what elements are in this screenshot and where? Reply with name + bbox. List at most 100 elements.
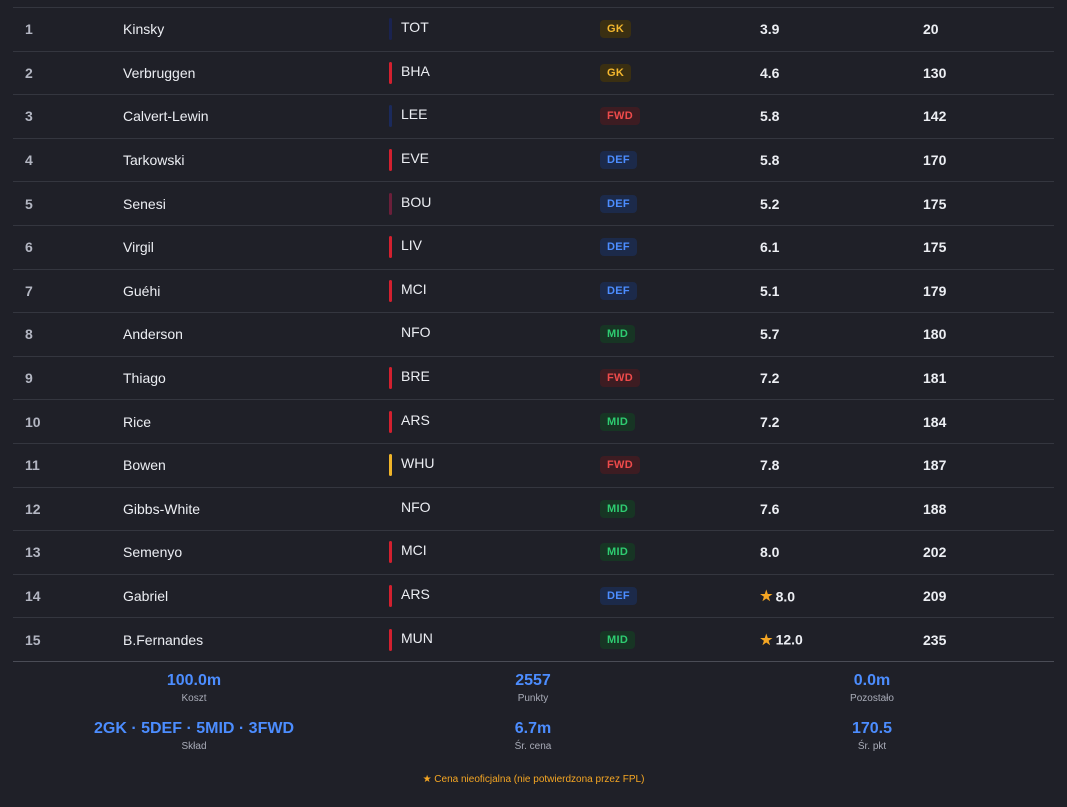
- player-team: ARS: [389, 584, 430, 608]
- player-points: 170: [923, 152, 947, 169]
- stat-remaining-label: Pozostało: [850, 693, 894, 704]
- player-rank: 2: [25, 64, 33, 81]
- stat-squad-value: 2GK · 5DEF · 5MID · 3FWD: [93, 720, 294, 737]
- stat-avg-price-value: 6.7m: [514, 720, 552, 737]
- player-points: 130: [923, 64, 947, 81]
- table-row[interactable]: 11 Bowen WHU FWD 7.8 187: [13, 444, 1054, 488]
- team-code: NFO: [401, 324, 431, 341]
- price-value: 12.0: [775, 631, 803, 648]
- player-name: Kinsky: [123, 21, 165, 38]
- player-rank: 12: [25, 500, 41, 517]
- table-row[interactable]: 13 Semenyo MCI MID 8.0 202: [13, 531, 1054, 575]
- table-row[interactable]: 6 Virgil LIV DEF 6.1 175: [13, 226, 1054, 270]
- player-rank: 15: [25, 631, 41, 648]
- player-team: MCI: [389, 540, 427, 564]
- team-color-bar: [389, 410, 392, 433]
- table-row[interactable]: 1 Kinsky TOT GK 3.9 20: [13, 8, 1054, 52]
- player-rank: 7: [25, 282, 33, 299]
- player-rank: 3: [25, 108, 33, 125]
- price-value: 8.0: [760, 544, 780, 561]
- position-badge: DEF: [600, 194, 637, 213]
- stat-remaining-value: 0.0m: [853, 672, 891, 689]
- team-color-bar: [389, 585, 392, 608]
- player-rank: 6: [25, 239, 33, 256]
- player-points: 209: [923, 588, 947, 605]
- stat-points-label: Punkty: [517, 693, 549, 704]
- player-rank: 10: [25, 413, 41, 430]
- player-team: BRE: [389, 366, 430, 390]
- player-name: Tarkowski: [123, 152, 185, 169]
- table-row[interactable]: 8 Anderson NFO MID 5.7 180: [13, 313, 1054, 357]
- table-row[interactable]: 3 Calvert-Lewin LEE FWD 5.8 142: [13, 95, 1054, 139]
- position-badge: MID: [600, 499, 636, 518]
- stat-cost: 100.0m Koszt: [44, 672, 344, 704]
- table-row[interactable]: 2 Verbruggen BHA GK 4.6 130: [13, 52, 1054, 96]
- player-team: ARS: [389, 410, 430, 434]
- team-color-bar: [389, 367, 392, 390]
- stat-avg-price-label: Śr. cena: [514, 741, 552, 752]
- stat-squad: 2GK · 5DEF · 5MID · 3FWD Skład: [44, 720, 344, 752]
- position-badge: GK: [600, 20, 632, 39]
- position-badge: MID: [600, 325, 636, 344]
- price-value: 7.6: [760, 500, 780, 517]
- stat-points: 2557 Punkty: [383, 672, 683, 704]
- price-value: 4.6: [760, 64, 780, 81]
- table-row[interactable]: 4 Tarkowski EVE DEF 5.8 170: [13, 139, 1054, 183]
- player-rank: 14: [25, 588, 41, 605]
- position-badge: FWD: [600, 456, 640, 475]
- unofficial-star-icon: ★: [760, 631, 773, 648]
- player-name: Guéhi: [123, 282, 161, 299]
- price-value: 6.1: [760, 239, 780, 256]
- player-team: EVE: [389, 148, 429, 172]
- table-row[interactable]: 5 Senesi BOU DEF 5.2 175: [13, 182, 1054, 226]
- team-code: BOU: [401, 193, 432, 210]
- player-team: BHA: [389, 61, 430, 85]
- player-team: NFO: [389, 322, 431, 346]
- stat-avg-price: 6.7m Śr. cena: [383, 720, 683, 752]
- player-name: Anderson: [123, 326, 183, 343]
- stat-squad-label: Skład: [181, 741, 207, 752]
- team-color-bar: [389, 105, 392, 128]
- position-badge: FWD: [600, 107, 640, 126]
- player-rank: 9: [25, 370, 33, 387]
- table-row[interactable]: 12 Gibbs-White NFO MID 7.6 188: [13, 488, 1054, 532]
- player-points: 202: [923, 544, 947, 561]
- position-badge: DEF: [600, 151, 637, 170]
- table-row[interactable]: 9 Thiago BRE FWD 7.2 181: [13, 357, 1054, 401]
- team-code: ARS: [401, 411, 430, 428]
- team-color-bar: [389, 192, 392, 215]
- player-name: Rice: [123, 413, 152, 430]
- price-value: 5.8: [760, 108, 780, 125]
- player-price: 6.1: [760, 239, 779, 255]
- player-points: 175: [923, 195, 947, 212]
- table-row[interactable]: 14 Gabriel ARS DEF ★ 8.0 209: [13, 575, 1054, 619]
- team-color-bar: [389, 454, 392, 477]
- table-row[interactable]: 10 Rice ARS MID 7.2 184: [13, 400, 1054, 444]
- table-row[interactable]: 15 B.Fernandes MUN MID ★ 12.0 235: [13, 618, 1054, 662]
- team-color-bar: [389, 541, 392, 564]
- player-name: B.Fernandes: [123, 631, 204, 648]
- player-rank: 5: [25, 195, 33, 212]
- player-team: MUN: [389, 628, 433, 652]
- team-code: ARS: [401, 586, 430, 603]
- player-points: 179: [923, 282, 947, 299]
- squad-summary-view: 1 Kinsky TOT GK 3.9 20 2 Verbruggen BHA GK 4.6 130 3…: [0, 0, 1067, 807]
- player-name: Semenyo: [123, 544, 183, 561]
- player-price: 7.8: [760, 457, 779, 473]
- player-points: 188: [923, 500, 947, 517]
- team-color-bar: [389, 149, 392, 172]
- player-name: Calvert-Lewin: [123, 108, 209, 125]
- position-badge: MID: [600, 412, 636, 431]
- player-team: LEE: [389, 104, 427, 128]
- position-badge: DEF: [600, 281, 637, 300]
- player-price: 8.0: [760, 544, 779, 560]
- price-value: 7.2: [760, 413, 780, 430]
- player-team: LIV: [389, 235, 422, 259]
- table-row[interactable]: 7 Guéhi MCI DEF 5.1 179: [13, 270, 1054, 314]
- player-points: 175: [923, 239, 947, 256]
- team-code: EVE: [401, 150, 430, 167]
- team-color-bar: [389, 61, 392, 84]
- stat-points-value: 2557: [515, 672, 551, 689]
- stat-avg-points-label: Śr. pkt: [857, 741, 887, 752]
- player-points: 181: [923, 370, 947, 387]
